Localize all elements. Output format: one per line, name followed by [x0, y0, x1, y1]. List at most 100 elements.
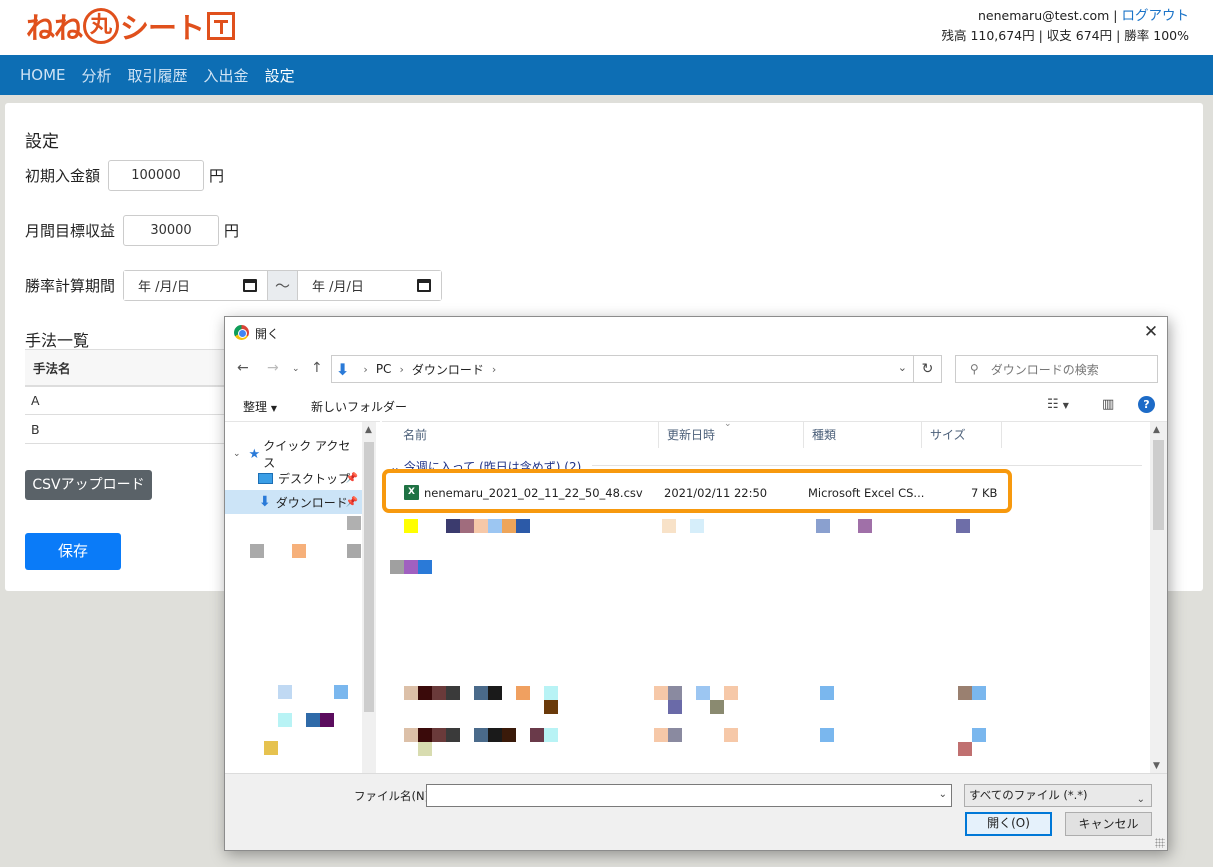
- download-folder-icon: ⬇: [259, 494, 271, 510]
- tree-downloads[interactable]: ⬇ ダウンロード 📌: [225, 490, 362, 514]
- blurred-item: [347, 516, 361, 530]
- monthly-target-input[interactable]: 30000: [123, 215, 220, 246]
- chevron-right-icon[interactable]: ›: [492, 363, 496, 376]
- blurred-item: [488, 728, 502, 742]
- blurred-item: [278, 685, 292, 699]
- address-bar[interactable]: ⬇ › PC › ダウンロード › ⌄: [331, 355, 914, 383]
- nav-analysis[interactable]: 分析: [82, 65, 112, 86]
- back-arrow-icon[interactable]: ←: [237, 360, 249, 376]
- refresh-icon[interactable]: ↻: [914, 355, 942, 383]
- blurred-item: [446, 728, 460, 742]
- pin-icon[interactable]: 📌: [346, 473, 358, 484]
- blurred-item: [347, 544, 361, 558]
- view-options-icon[interactable]: ☷ ▼: [1047, 397, 1069, 412]
- pin-icon[interactable]: 📌: [346, 497, 358, 508]
- csv-upload-button[interactable]: CSVアップロード: [25, 470, 152, 500]
- open-button[interactable]: 開く(O): [965, 812, 1052, 836]
- method-name: A: [25, 385, 235, 415]
- blurred-item: [418, 686, 432, 700]
- table-row[interactable]: A: [25, 385, 235, 415]
- blurred-item: [516, 519, 530, 533]
- end-date-placeholder: 年 /月/日: [312, 280, 364, 295]
- calendar-icon[interactable]: [243, 279, 258, 292]
- preview-pane-icon[interactable]: ▥: [1102, 397, 1114, 412]
- blurred-item: [502, 728, 516, 742]
- nav-settings[interactable]: 設定: [265, 65, 295, 86]
- table-row[interactable]: B: [25, 414, 235, 444]
- blurred-item: [292, 544, 306, 558]
- column-size[interactable]: サイズ: [922, 422, 1002, 448]
- blurred-item: [404, 728, 418, 742]
- blurred-item: [460, 519, 474, 533]
- initial-deposit-input[interactable]: 100000: [108, 160, 205, 191]
- nav-deposit-withdraw[interactable]: 入出金: [204, 65, 249, 86]
- blurred-item: [724, 686, 738, 700]
- desktop-icon: [258, 472, 273, 484]
- scroll-up-icon[interactable]: ▲: [1153, 425, 1160, 435]
- end-date-input[interactable]: 年 /月/日: [298, 271, 442, 300]
- scroll-down-icon[interactable]: ▼: [1153, 761, 1160, 771]
- forward-arrow-icon[interactable]: →: [267, 360, 279, 376]
- blurred-item: [432, 728, 446, 742]
- blurred-item: [432, 686, 446, 700]
- chevron-right-icon[interactable]: ›: [399, 363, 403, 376]
- chevron-down-icon[interactable]: ⌄: [939, 789, 947, 800]
- breadcrumb-pc[interactable]: PC: [376, 362, 392, 376]
- new-folder-button[interactable]: 新しいフォルダー: [311, 398, 407, 415]
- blurred-item: [972, 728, 986, 742]
- scroll-up-icon[interactable]: ▲: [365, 425, 372, 435]
- file-highlight: [382, 469, 1012, 513]
- file-type-select[interactable]: すべてのファイル (*.*) ⌄: [964, 784, 1152, 807]
- chevron-down-icon[interactable]: ⌄: [898, 361, 907, 374]
- tree-desktop[interactable]: デスクトップ 📌: [225, 466, 362, 490]
- win-period-label: 勝率計算期間: [25, 277, 116, 295]
- logo[interactable]: ねね 丸 シート: [26, 6, 236, 46]
- search-input[interactable]: ⚲ ダウンロードの検索: [955, 355, 1158, 383]
- header-separator: |: [1113, 8, 1118, 23]
- blurred-item: [320, 713, 334, 727]
- blurred-item: [250, 544, 264, 558]
- user-email: nenemaru@test.com: [978, 8, 1110, 23]
- scroll-thumb[interactable]: [1153, 440, 1164, 530]
- page-title: 設定: [25, 132, 59, 152]
- blurred-item: [418, 728, 432, 742]
- scroll-thumb[interactable]: [364, 442, 374, 712]
- nav-home[interactable]: HOME: [20, 66, 66, 84]
- chevron-down-icon[interactable]: ⌄: [1137, 789, 1145, 810]
- tree-quick-access[interactable]: ⌄ ★ クイック アクセス: [225, 439, 362, 470]
- blurred-item: [724, 728, 738, 742]
- logo-circle-char: 丸: [83, 8, 120, 44]
- close-icon[interactable]: ✕: [1139, 321, 1163, 343]
- start-date-input[interactable]: 年 /月/日: [124, 271, 268, 300]
- logout-link[interactable]: ログアウト: [1122, 8, 1190, 24]
- chevron-down-icon[interactable]: ⌄: [233, 449, 241, 459]
- logo-sheet-icon: [207, 12, 236, 40]
- blurred-item: [418, 742, 432, 756]
- recent-dropdown-icon[interactable]: ⌄: [292, 364, 300, 374]
- filename-input[interactable]: ⌄: [426, 784, 952, 807]
- blurred-item: [816, 519, 830, 533]
- organize-button[interactable]: 整理 ▼: [243, 398, 277, 415]
- calendar-icon[interactable]: [417, 279, 432, 292]
- dialog-toolbar: 整理 ▼ 新しいフォルダー ☷ ▼ ▥ ?: [225, 391, 1167, 419]
- breadcrumb-downloads[interactable]: ダウンロード: [412, 361, 484, 378]
- save-button[interactable]: 保存: [25, 533, 121, 570]
- column-type[interactable]: 種類: [804, 422, 922, 448]
- column-name[interactable]: 名前: [395, 422, 659, 448]
- address-row: ← → ⌄ ↑ ⬇ › PC › ダウンロード › ⌄ ↻ ⚲ ダウンロードの検…: [225, 353, 1167, 385]
- blurred-item: [488, 686, 502, 700]
- dialog-bottom: ファイル名(N): ⌄ すべてのファイル (*.*) ⌄ 開く(O) キャンセル: [225, 773, 1167, 850]
- blurred-item: [404, 519, 418, 533]
- chevron-right-icon[interactable]: ›: [363, 363, 367, 376]
- cancel-button[interactable]: キャンセル: [1065, 812, 1152, 836]
- up-arrow-icon[interactable]: ↑: [311, 360, 323, 376]
- methods-title: 手法一覧: [25, 331, 90, 350]
- blurred-item: [654, 728, 668, 742]
- help-icon[interactable]: ?: [1138, 396, 1155, 413]
- nav-scrollbar[interactable]: ▲: [362, 422, 376, 773]
- resize-grip[interactable]: [1155, 838, 1165, 848]
- blurred-item: [696, 686, 710, 700]
- dialog-titlebar[interactable]: 開く ✕: [225, 317, 1167, 348]
- file-list-scrollbar[interactable]: ▲ ▼: [1150, 422, 1167, 773]
- nav-trade-history[interactable]: 取引履歴: [128, 65, 188, 86]
